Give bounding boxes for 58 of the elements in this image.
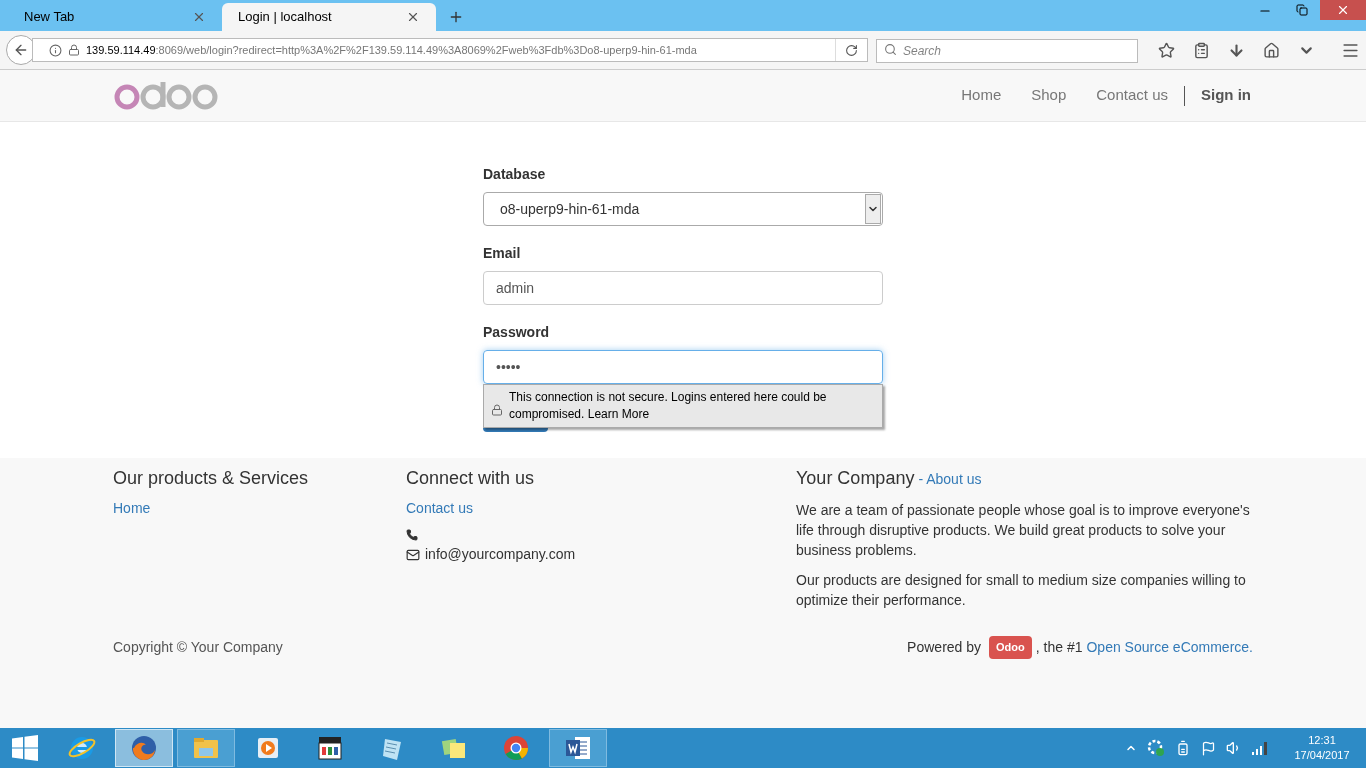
- clock-date[interactable]: 17/04/2017: [1294, 748, 1350, 763]
- company-paragraph: We are a team of passionate people whose goal is to improve everyone's life through disruptive products. We build great products to solve your business problems.: [796, 501, 1251, 560]
- download-icon[interactable]: [1228, 41, 1245, 59]
- tab-title: New Tab: [24, 8, 75, 27]
- field-label: Password: [483, 323, 551, 342]
- phone-icon: [406, 529, 418, 541]
- home-icon[interactable]: [1263, 41, 1280, 59]
- warning-text: This connection is not secure. Logins entered here could be compromised. Learn More: [509, 389, 828, 423]
- footer-heading: Connect with us: [406, 468, 536, 488]
- powered-by-text: Powered by: [907, 637, 982, 657]
- new-tab-icon[interactable]: [448, 9, 464, 25]
- odoo-label: Odoo: [989, 636, 1032, 659]
- signal-bars-icon[interactable]: [1252, 741, 1268, 755]
- about-link[interactable]: - About us: [918, 469, 982, 490]
- gear-check-icon[interactable]: [1147, 739, 1165, 757]
- flag-icon[interactable]: [1201, 740, 1216, 756]
- tab-title: Login | localhost: [238, 8, 332, 27]
- close-icon[interactable]: [192, 10, 206, 24]
- ecommerce-link[interactable]: Open Source eCommerce.: [1086, 636, 1253, 658]
- company-paragraph: Our products are designed for small to medium size companies willing to optimize their performance.: [796, 571, 1247, 610]
- browser-tab[interactable]: New Tab: [8, 3, 222, 31]
- windows-start-icon[interactable]: [12, 735, 38, 761]
- nav-link[interactable]: Contact us: [1096, 84, 1168, 107]
- chrome-ball-icon: [501, 733, 531, 763]
- footer-link[interactable]: Contact us: [406, 498, 473, 519]
- search-field[interactable]: Search: [876, 39, 1138, 63]
- copyright-text: Copyright © Your Company: [113, 637, 283, 657]
- learn-more-link[interactable]: Learn More: [587, 407, 650, 421]
- info-icon[interactable]: [49, 43, 62, 57]
- clipboard-icon[interactable]: [1193, 41, 1210, 59]
- footer-link[interactable]: Home: [113, 498, 406, 519]
- email-field[interactable]: admin: [483, 271, 883, 305]
- clock-time[interactable]: 12:31: [1308, 733, 1336, 748]
- restore-icon[interactable]: [1296, 4, 1308, 16]
- close-icon[interactable]: [406, 10, 420, 24]
- field-label: Email: [483, 244, 522, 263]
- battery-icon[interactable]: [1175, 740, 1191, 756]
- close-icon: [1336, 3, 1350, 17]
- password-field[interactable]: •••••: [483, 350, 883, 384]
- logo[interactable]: [113, 80, 219, 111]
- url-text: 139.59.114.49:8069/web/login?redirect=http%3A%2F%2F139.59.114.49%3A8069%2Fweb%3Fdb%3Do8-uperp9-hin-61-mda: [86, 42, 698, 58]
- database-select[interactable]: o8-uperp9-hin-61-mda: [483, 192, 883, 226]
- browser-tab[interactable]: Login | localhost: [222, 3, 436, 31]
- powered-by-text: , the #1: [1035, 637, 1083, 657]
- nav-link[interactable]: Shop: [1031, 84, 1067, 107]
- nav-link[interactable]: Home: [961, 84, 1002, 107]
- taskbar-app[interactable]: [549, 729, 607, 767]
- footer-heading: Our products & Services: [113, 468, 310, 488]
- fox-globe-icon: [129, 733, 159, 763]
- field-label: Database: [483, 165, 547, 184]
- reload-icon[interactable]: [845, 43, 858, 57]
- search-icon: [884, 43, 897, 56]
- email-address: info@yourcompany.com: [425, 545, 576, 564]
- footer-heading: Your Company: [796, 468, 915, 488]
- sign-in-link[interactable]: Sign in: [1201, 84, 1251, 107]
- bookmark-star-icon[interactable]: [1158, 41, 1175, 59]
- mail-icon: [406, 547, 420, 562]
- address-bar[interactable]: 139.59.114.49:8069/web/login?redirect=http%3A%2F%2F139.59.114.49%3A8069%2Fweb%3Fdb%3Do8-uperp9-hin-61-mda: [32, 38, 868, 62]
